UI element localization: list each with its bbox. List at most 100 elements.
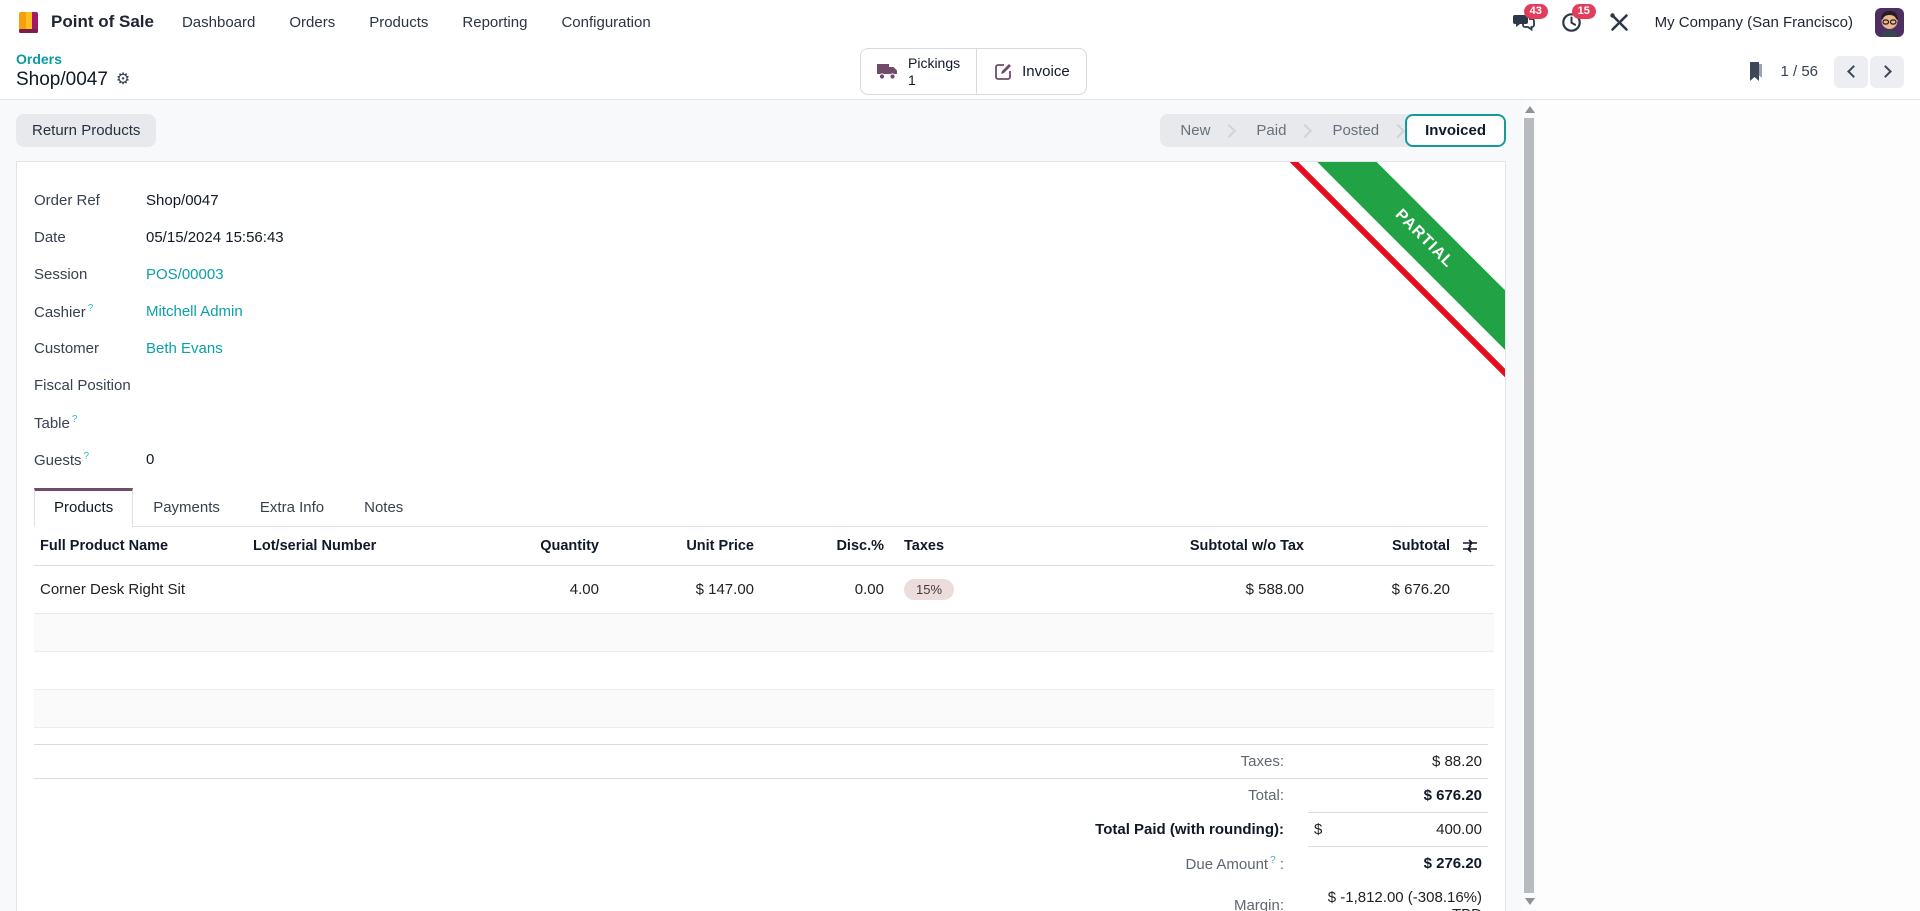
margin-row: Margin: $ -1,812.00 (-308.16%) TBD bbox=[34, 881, 1488, 911]
field-fiscal-position: Fiscal Position bbox=[34, 373, 674, 398]
breadcrumb-orders-link[interactable]: Orders bbox=[16, 51, 130, 69]
tax-tag[interactable]: 15% bbox=[904, 579, 955, 600]
activities-clock-icon[interactable]: 15 bbox=[1559, 4, 1596, 33]
tools-icon[interactable] bbox=[1607, 11, 1633, 33]
subtotal-cell[interactable]: $ 676.20 bbox=[1310, 565, 1456, 614]
empty-row bbox=[34, 613, 1494, 652]
bookmark-icon[interactable] bbox=[1748, 62, 1764, 81]
messages-count-badge: 43 bbox=[1523, 4, 1548, 19]
lot-serial-cell[interactable] bbox=[247, 565, 477, 614]
taxes-row: Taxes: $ 88.20 bbox=[34, 744, 1488, 779]
field-label: Order Ref bbox=[34, 192, 100, 209]
col-full-product-name[interactable]: Full Product Name bbox=[34, 527, 247, 566]
field-customer: Customer Beth Evans bbox=[34, 336, 674, 361]
tab-products[interactable]: Products bbox=[34, 488, 134, 527]
stage-posted[interactable]: Posted bbox=[1312, 114, 1399, 147]
pager-previous-button[interactable] bbox=[1834, 55, 1868, 88]
col-subtotal[interactable]: Subtotal bbox=[1310, 527, 1456, 566]
field-label: Guests? bbox=[34, 450, 90, 469]
pickings-button[interactable]: Pickings 1 bbox=[860, 48, 978, 95]
action-gear-icon[interactable]: ⚙ bbox=[116, 70, 130, 90]
chatter-panel-empty bbox=[1536, 100, 1920, 911]
tab-extra-info[interactable]: Extra Info bbox=[240, 488, 344, 526]
pickings-label: Pickings bbox=[908, 55, 961, 72]
vertical-scrollbar[interactable] bbox=[1522, 100, 1536, 911]
disc-cell[interactable]: 0.00 bbox=[760, 565, 890, 614]
pager-value[interactable]: 1 / 56 bbox=[1780, 63, 1818, 80]
col-disc[interactable]: Disc.% bbox=[760, 527, 890, 566]
messages-icon[interactable]: 43 bbox=[1511, 4, 1548, 33]
guests-value[interactable]: 0 bbox=[146, 451, 154, 468]
subtotal-wo-tax-cell[interactable]: $ 588.00 bbox=[1090, 565, 1310, 614]
stage-new[interactable]: New bbox=[1160, 114, 1230, 147]
stage-widget: New Paid Posted Invoiced bbox=[1160, 114, 1506, 147]
nav-menu: Dashboard Orders Products Reporting Conf… bbox=[182, 14, 651, 31]
unit-price-cell[interactable]: $ 147.00 bbox=[605, 565, 760, 614]
session-link[interactable]: POS/00003 bbox=[146, 266, 224, 283]
stage-paid[interactable]: Paid bbox=[1236, 114, 1306, 147]
help-icon[interactable]: ? bbox=[1270, 855, 1276, 866]
scroll-up-arrow-icon[interactable] bbox=[1525, 106, 1535, 113]
total-value: $ 676.20 bbox=[1308, 778, 1488, 813]
date-value[interactable]: 05/15/2024 15:56:43 bbox=[146, 229, 284, 246]
apps-menu-icon[interactable] bbox=[16, 9, 41, 35]
col-taxes[interactable]: Taxes bbox=[890, 527, 1090, 566]
menu-orders[interactable]: Orders bbox=[289, 14, 335, 31]
pager-next-button[interactable] bbox=[1870, 55, 1904, 88]
products-table-header: Full Product Name Lot/serial Number Quan… bbox=[34, 527, 1494, 566]
truck-icon bbox=[877, 63, 899, 80]
help-icon[interactable]: ? bbox=[84, 451, 90, 462]
menu-dashboard[interactable]: Dashboard bbox=[182, 14, 255, 31]
field-session: Session POS/00003 bbox=[34, 262, 674, 287]
total-row: Total: $ 676.20 bbox=[34, 778, 1488, 813]
taxes-value: $ 88.20 bbox=[1308, 744, 1488, 779]
field-label: Cashier? bbox=[34, 302, 94, 321]
total-paid-field[interactable]: $ 400.00 bbox=[1308, 812, 1488, 847]
currency-symbol: $ bbox=[1314, 821, 1323, 838]
col-lot-serial[interactable]: Lot/serial Number bbox=[247, 527, 477, 566]
edit-invoice-icon bbox=[993, 62, 1013, 82]
menu-configuration[interactable]: Configuration bbox=[561, 14, 650, 31]
help-icon[interactable]: ? bbox=[72, 414, 78, 425]
pager-zone: 1 / 56 bbox=[1748, 55, 1904, 88]
help-icon[interactable]: ? bbox=[88, 303, 94, 314]
form-sheet: PARTIAL Order Ref Shop/0047 Date 05/15/2… bbox=[16, 161, 1506, 911]
user-avatar[interactable] bbox=[1875, 7, 1904, 37]
scrollbar-thumb[interactable] bbox=[1524, 118, 1534, 893]
margin-label: Margin: bbox=[1233, 897, 1284, 911]
due-amount-row: Due Amount? : $ 276.20 bbox=[34, 846, 1488, 881]
field-order-ref: Order Ref Shop/0047 bbox=[34, 188, 674, 213]
partial-ribbon: PARTIAL bbox=[1281, 162, 1505, 386]
total-paid-value[interactable]: 400.00 bbox=[1436, 821, 1482, 838]
col-quantity[interactable]: Quantity bbox=[477, 527, 605, 566]
menu-products[interactable]: Products bbox=[369, 14, 428, 31]
product-row[interactable]: Corner Desk Right Sit 4.00 $ 147.00 0.00… bbox=[34, 565, 1494, 614]
notebook-tabs: Products Payments Extra Info Notes bbox=[34, 488, 1488, 527]
scroll-down-arrow-icon[interactable] bbox=[1525, 898, 1535, 905]
customer-link[interactable]: Beth Evans bbox=[146, 340, 223, 357]
app-name[interactable]: Point of Sale bbox=[51, 12, 154, 32]
col-unit-price[interactable]: Unit Price bbox=[605, 527, 760, 566]
quantity-cell[interactable]: 4.00 bbox=[477, 565, 605, 614]
cashier-link[interactable]: Mitchell Admin bbox=[146, 303, 243, 320]
margin-value: $ -1,812.00 (-308.16%) TBD bbox=[1327, 888, 1482, 911]
field-label: Date bbox=[34, 229, 66, 246]
invoice-button[interactable]: Invoice bbox=[977, 48, 1087, 95]
top-navbar: Point of Sale Dashboard Orders Products … bbox=[0, 0, 1920, 44]
company-switcher[interactable]: My Company (San Francisco) bbox=[1655, 14, 1853, 31]
menu-reporting[interactable]: Reporting bbox=[462, 14, 527, 31]
product-name-cell[interactable]: Corner Desk Right Sit bbox=[34, 565, 247, 614]
total-paid-label: Total Paid (with rounding): bbox=[1095, 821, 1284, 838]
order-ref-value[interactable]: Shop/0047 bbox=[146, 192, 219, 209]
systray: 43 15 My Company (San Francisco) bbox=[1511, 4, 1904, 37]
col-subtotal-wo-tax[interactable]: Subtotal w/o Tax bbox=[1090, 527, 1310, 566]
optional-columns-icon[interactable] bbox=[1462, 539, 1488, 553]
stage-invoiced[interactable]: Invoiced bbox=[1405, 114, 1506, 147]
field-label: Session bbox=[34, 266, 88, 283]
activities-count-badge: 15 bbox=[1571, 4, 1596, 19]
tab-payments[interactable]: Payments bbox=[133, 488, 240, 526]
tab-notes[interactable]: Notes bbox=[344, 488, 423, 526]
field-label: Customer bbox=[34, 340, 100, 357]
return-products-button[interactable]: Return Products bbox=[16, 114, 157, 147]
form-view-area: Return Products New Paid Posted Invoiced… bbox=[0, 100, 1522, 911]
